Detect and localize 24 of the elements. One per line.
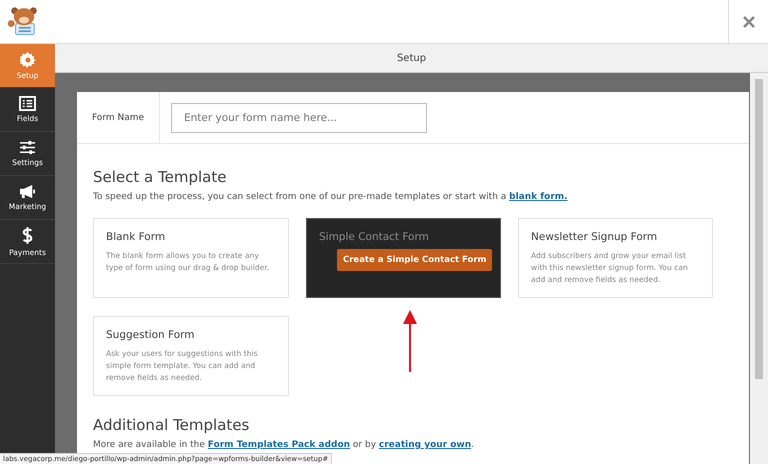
section-title: Additional Templates: [93, 416, 250, 434]
close-icon: [742, 16, 754, 28]
section-title: Select a Template: [93, 168, 228, 186]
dollar-icon: [22, 226, 33, 245]
create-own-link[interactable]: creating your own: [378, 440, 472, 450]
intro-text: To speed up the process, you can select from one of our pre-made templates or start with a blank form.: [93, 192, 569, 202]
blank-form-link[interactable]: blank form.: [509, 192, 568, 202]
settings-icon: [20, 52, 36, 68]
sliders-icon: [19, 140, 36, 155]
template-title: Simple Contact Form: [319, 231, 430, 243]
template-title: Suggestion Form: [106, 329, 196, 341]
megaphone-icon: [19, 184, 36, 199]
annotation-arrow: [403, 310, 417, 372]
form-name-label: Form Name: [92, 112, 144, 122]
templates-pack-link[interactable]: Form Templates Pack addon: [208, 440, 350, 450]
create-form-button[interactable]: Create a Simple Contact Form: [337, 249, 492, 271]
additional-text: More are available in the Form Templates Pack addon or by creating your own.: [93, 440, 476, 450]
scrollbar[interactable]: [750, 73, 768, 464]
template-title: Newsletter Signup Form: [531, 231, 658, 243]
template-title: Blank Form: [106, 231, 166, 243]
list-icon: [19, 96, 36, 111]
header-title: Setup: [396, 52, 426, 64]
template-card[interactable]: Simple Contact Form Create a Simple Contact Form: [306, 218, 501, 298]
form-name-field[interactable]: Enter your form name here...: [171, 102, 427, 132]
